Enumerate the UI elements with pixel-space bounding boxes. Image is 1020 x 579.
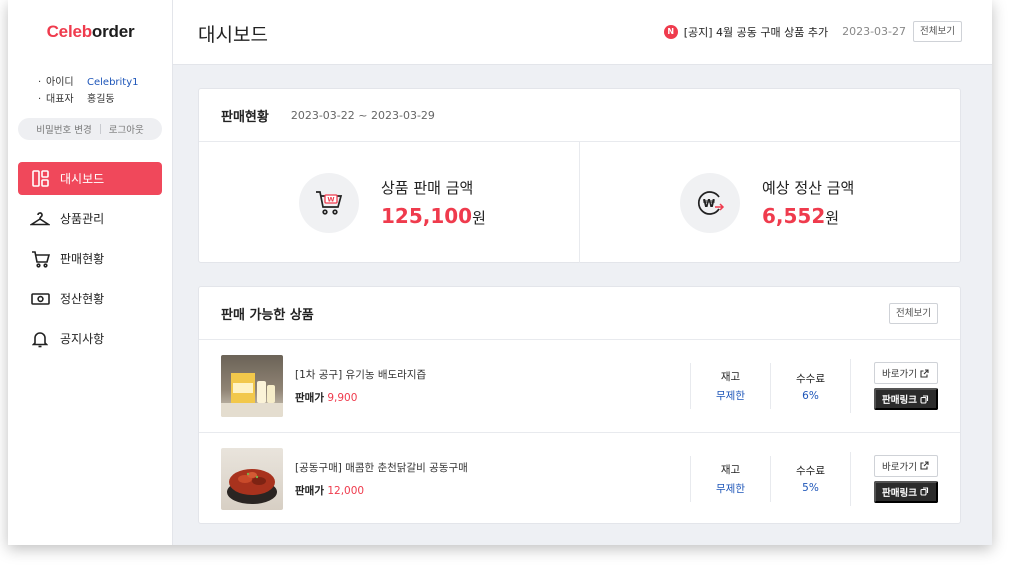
- go-to-product-button[interactable]: 바로가기: [873, 454, 938, 477]
- top-header: 대시보드 N [공지] 4월 공동 구매 상품 추가 2023-03-27 전체…: [173, 0, 992, 65]
- fee-metric: 수수료 5%: [770, 455, 850, 502]
- currency-unit: 원: [825, 209, 840, 227]
- id-label: 아이디: [46, 77, 74, 88]
- change-password-link[interactable]: 비밀번호 변경: [36, 122, 91, 136]
- logo[interactable]: Celeborder: [8, 22, 173, 42]
- notice-view-all-button[interactable]: 전체보기: [913, 21, 962, 42]
- stats-row: W 상품 판매 금액 125,100원 ₩ 예상 정산 금액 6,552원: [199, 142, 960, 263]
- product-actions: 바로가기 판매링크: [850, 359, 960, 413]
- stock-value: 무제한: [716, 390, 745, 402]
- account-info: · 아이디 Celebrity1 · 대표자 홍길동: [38, 74, 139, 108]
- stat-label: 예상 정산 금액: [762, 179, 855, 197]
- sidebar-nav: 대시보드 상품관리 판매현황 정산현황 공지사항: [18, 162, 162, 362]
- sidebar-item-label: 판매현황: [60, 252, 105, 266]
- stock-metric: 재고 무제한: [690, 363, 770, 409]
- fee-label: 수수료: [796, 465, 825, 477]
- fee-value: 6%: [802, 389, 819, 402]
- button-label: 바로가기: [882, 461, 917, 473]
- products-view-all-button[interactable]: 전체보기: [889, 302, 938, 324]
- page-title: 대시보드: [198, 24, 268, 46]
- copy-icon: [920, 394, 929, 404]
- app-window: Celeborder · 아이디 Celebrity1 · 대표자 홍길동 비밀…: [8, 0, 992, 545]
- won-coin-icon: ₩: [680, 172, 740, 233]
- sidebar-item-settlement[interactable]: 정산현황: [18, 282, 162, 315]
- product-sales-amount: 125,100: [381, 204, 473, 228]
- stock-label: 재고: [720, 463, 741, 476]
- svg-text:W: W: [327, 195, 334, 203]
- sidebar-item-products[interactable]: 상품관리: [18, 202, 162, 235]
- expected-settlement-stat: ₩ 예상 정산 금액 6,552원: [579, 142, 960, 263]
- bell-icon: [30, 329, 50, 349]
- sidebar-item-dashboard[interactable]: 대시보드: [18, 162, 162, 195]
- sidebar-item-label: 대시보드: [60, 172, 105, 186]
- stock-value: 무제한: [716, 482, 745, 495]
- logo-part-2: order: [91, 22, 135, 41]
- card-header: 판매현황 2023-03-22 ~ 2023-03-29: [199, 89, 960, 142]
- section-title: 판매 가능한 상품: [221, 307, 314, 323]
- won-cart-icon: W: [299, 172, 359, 233]
- stat-label: 상품 판매 금액: [381, 179, 474, 197]
- id-value: Celebrity1: [87, 77, 139, 88]
- representative-value: 홍길동: [87, 94, 115, 105]
- expected-settlement-amount: 6,552: [762, 204, 826, 228]
- dashboard-icon: [30, 169, 50, 189]
- notice-date: 2023-03-27: [842, 25, 907, 38]
- button-label: 판매링크: [882, 395, 917, 406]
- sidebar-item-label: 상품관리: [60, 212, 105, 226]
- notice-link[interactable]: [공지] 4월 공동 구매 상품 추가: [684, 24, 828, 40]
- svg-text:₩: ₩: [703, 197, 715, 210]
- stock-metric: 재고 무제한: [690, 455, 770, 502]
- product-actions: 바로가기 판매링크: [850, 451, 960, 506]
- section-title: 판매현황: [221, 109, 269, 125]
- sidebar-item-sales[interactable]: 판매현황: [18, 242, 162, 275]
- go-to-product-button[interactable]: 바로가기: [873, 362, 938, 384]
- product-name[interactable]: [공동구매] 매콤한 춘천닭갈비 공동구매: [295, 460, 690, 475]
- fee-metric: 수수료 6%: [770, 363, 850, 409]
- bullet: ·: [38, 94, 42, 105]
- logout-link[interactable]: 로그아웃: [109, 122, 144, 136]
- sidebar-item-notices[interactable]: 공지사항: [18, 322, 162, 355]
- product-thumbnail[interactable]: [221, 447, 283, 510]
- product-price: 9,900: [327, 392, 358, 404]
- representative-label: 대표자: [46, 94, 74, 105]
- account-actions: 비밀번호 변경 로그아웃: [18, 118, 162, 140]
- date-range: 2023-03-22 ~ 2023-03-29: [290, 108, 435, 122]
- sales-link-button[interactable]: 판매링크: [873, 480, 938, 503]
- product-thumbnail[interactable]: [221, 355, 283, 417]
- sales-link-button[interactable]: 판매링크: [873, 388, 938, 410]
- external-link-icon: [920, 368, 929, 378]
- cash-icon: [30, 289, 50, 309]
- price-label: 판매가: [295, 484, 324, 497]
- fee-value: 5%: [802, 482, 819, 494]
- sidebar: Celeborder · 아이디 Celebrity1 · 대표자 홍길동 비밀…: [8, 0, 173, 545]
- product-price: 12,000: [327, 484, 365, 497]
- sales-status-card: 판매현황 2023-03-22 ~ 2023-03-29 W 상품 판매 금액 …: [198, 88, 961, 263]
- notice-bar: N [공지] 4월 공동 구매 상품 추가 2023-03-27 전체보기: [663, 21, 962, 42]
- copy-icon: [920, 487, 929, 496]
- button-label: 판매링크: [882, 487, 917, 499]
- bullet: ·: [38, 77, 42, 88]
- cart-icon: [30, 249, 50, 269]
- sidebar-item-label: 정산현황: [60, 292, 105, 306]
- card-header: 판매 가능한 상품 전체보기: [199, 287, 960, 340]
- stock-label: 재고: [720, 371, 741, 383]
- button-label: 바로가기: [882, 369, 917, 380]
- sidebar-item-label: 공지사항: [60, 332, 105, 346]
- external-link-icon: [920, 461, 929, 470]
- logo-part-1: Celeb: [46, 22, 92, 41]
- product-sales-stat: W 상품 판매 금액 125,100원: [199, 142, 579, 263]
- price-label: 판매가: [295, 392, 324, 404]
- product-row: [1차 공구] 유기농 배도라지즙 판매가 9,900 재고 무제한 수수료 6…: [199, 340, 960, 432]
- product-name[interactable]: [1차 공구] 유기농 배도라지즙: [295, 367, 690, 382]
- currency-unit: 원: [472, 209, 486, 227]
- product-row: [공동구매] 매콤한 춘천닭갈비 공동구매 판매가 12,000 재고 무제한 …: [199, 432, 960, 524]
- hanger-icon: [30, 209, 50, 229]
- available-products-card: 판매 가능한 상품 전체보기 [1차 공구] 유기농 배도라지즙 판매가 9,9…: [198, 286, 961, 524]
- divider: [99, 124, 101, 134]
- fee-label: 수수료: [796, 372, 825, 385]
- new-badge: N: [663, 24, 678, 39]
